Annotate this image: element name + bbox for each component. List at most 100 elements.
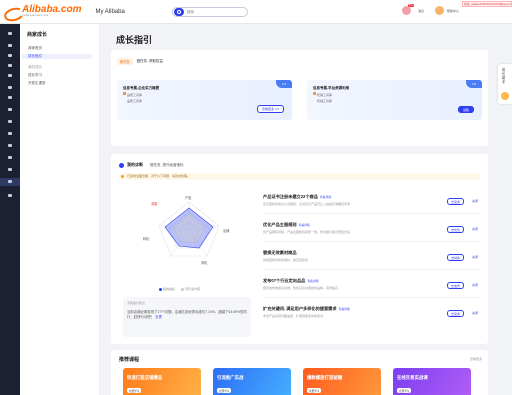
user-avatar[interactable] [435,6,445,15]
course-card[interactable]: 在线交易实战课 立即学习 [393,368,471,395]
course-chip[interactable]: 免费学习 [307,388,322,393]
sidebar-item-home[interactable]: 商家首页 [28,46,99,51]
search-input[interactable]: 搜索 [172,7,248,17]
suggestion-close-link[interactable]: 关闭 [472,311,478,315]
secondary-sidebar: 商家成长 商家首页 成长指引 我的成长 成长学习 开放生课堂 [20,24,100,395]
courses-more-link[interactable]: 查看更多 [470,357,482,361]
rail-message-icon[interactable] [8,64,12,67]
page-title: 成长指引 [116,35,153,45]
suggestion-title: 扩充关键词, 满足用户多样化的搜索需求 [263,306,337,311]
diagnosis-title[interactable]: 我的诊断 [127,162,143,168]
course-card[interactable]: 快速打造店铺爆品 免费学习 [123,368,201,395]
diagnosis-icon [119,162,124,168]
suggestion-close-link[interactable]: 关闭 [472,227,478,231]
task-line: 旺铺工具库 [317,99,333,103]
suggestion-title: 产品证书注册未建立22个商品 [263,194,318,199]
rail-order-icon[interactable] [8,54,12,57]
rail-customer-icon[interactable] [8,132,12,135]
message-count-badge: 99+ [407,4,414,7]
rail-growth-icon[interactable] [8,180,12,183]
rail-service-icon[interactable] [8,144,12,147]
message-icon[interactable]: 99+ [402,4,414,15]
task-box-1[interactable]: 信息专属-企业实力概要 品质工具库 品质工具库 1/4 查看更多 1/4 [117,80,292,120]
claim-button[interactable]: 领取 [457,106,474,113]
suggestion-action-button[interactable]: 去完成 [446,310,464,317]
suggestion-close-link[interactable]: 关闭 [472,255,478,259]
sidebar-item-classroom[interactable]: 开放生课堂 [28,81,99,86]
task-progress-badge: 1/4 [276,80,292,88]
help-center-link[interactable]: 帮助中心 [447,9,459,13]
note-text: 当前店铺近期发现了27个问题，店铺达到优秀标准仅7.24%，超越了63.69%的… [127,310,247,319]
rail-marketing-icon[interactable] [8,74,12,77]
note-action-link[interactable]: 去提 [155,315,162,319]
list-item: 产品证书注册未建立22个商品 查看详情 完善更新的信息认证规则，证书完善产品可让入… [263,192,480,214]
course-card[interactable]: 引流推广实战 立即学习 [213,368,291,395]
task-tab[interactable]: 做任务, 获取权益 [137,59,163,64]
course-chip[interactable]: 立即学习 [397,388,412,393]
radar-chart: 产品 流量 转化 店铺 商机 [119,184,259,284]
legend-industry-avg: 同行业均值 [181,287,200,291]
sidebar-item-my-growth[interactable]: 我的成长 [28,65,99,70]
rail-more-icon[interactable] [8,194,12,197]
sidebar-title: 商家成长 [27,32,48,38]
suggestion-close-link[interactable]: 关闭 [472,283,478,287]
growth-assistant-float[interactable]: 成长助手 [498,64,512,104]
main-content: 成长指引 新任务 做任务, 获取权益 信息专属-企业实力概要 品质工具库 品质工… [101,24,496,395]
alibaba-logo[interactable]: Alibaba.com Global trade starts here [4,5,81,18]
course-chip[interactable]: 立即学习 [217,388,232,393]
rail-tools-icon[interactable] [8,156,12,159]
search-icon[interactable] [174,8,184,16]
view-details-link[interactable]: 查看详情 [339,307,350,311]
view-details-link[interactable]: 查看详情 [299,223,310,227]
legend-my-metrics: 我的指标 [159,287,175,291]
diagnosis-subtitle[interactable]: 做任务, 提升经营指标 [150,163,183,168]
suggestion-action-button[interactable]: 去优化 [446,226,464,233]
radar-label-conversion: 转化 [143,237,150,241]
rail-home-icon[interactable] [8,32,12,35]
sidebar-item-learning[interactable]: 成长学习 [28,73,99,78]
view-more-button[interactable]: 查看更多 1/4 [256,105,284,113]
suggestion-desc: 优产品拥有视频、产品主图规则完整一致，优化图片展示更加合适 [263,230,351,234]
rail-logistics-icon[interactable] [8,120,12,123]
diagnosis-card: 我的诊断 做任务, 提升经营指标 已完成全面诊断，对于以下问题，请及时处理。 产… [111,154,488,344]
radar-label-store: 店铺 [223,229,230,233]
courses-title: 推荐课程 [119,357,140,363]
rail-product-icon[interactable] [8,44,12,47]
course-banner-title: 爆款螺旋打造秘籍 [307,375,343,380]
course-card[interactable]: 爆款螺旋打造秘籍 免费学习 [303,368,381,395]
sidebar-item-growth-guide[interactable]: 成长指引 [22,54,92,59]
radar-label-opportunity: 商机 [201,261,208,265]
task-line: 品质工具库 [127,99,143,103]
course-chip[interactable]: 免费学习 [127,388,142,393]
course-banner-title: 引流推广实战 [217,375,244,380]
rail-settings-icon[interactable] [8,168,12,171]
rail-finance-icon[interactable] [8,108,12,111]
suggestion-action-button[interactable]: 去替换 [446,254,464,261]
radar-legend: 我的指标 同行业均值 [159,287,200,291]
assistant-label: 成长助手 [502,68,506,84]
suggestion-desc: 替换更新有效的素材，提高完整性 [263,258,309,262]
task-box-2[interactable]: 信息专属-平台资源利用 旺铺工具库 旺铺工具库 1/8 领取 [307,80,482,120]
suggestion-action-button[interactable]: 去完成 [446,198,464,205]
view-details-link[interactable]: 查看详情 [307,279,318,283]
suggestion-note-box: 专属提升建议 当前店铺近期发现了27个问题，店铺达到优秀标准仅7.24%，超越了… [123,297,251,337]
rail-data-icon[interactable] [8,86,12,89]
my-alibaba-link[interactable]: My Alibaba [95,9,124,15]
note-label: 专属提升建议 [127,301,146,305]
view-details-link[interactable]: 查看详情 [320,195,331,199]
task-status-icon [313,92,316,95]
left-icon-rail [0,24,20,395]
radar-label-product: 产品 [185,196,192,200]
task-title: 信息专属-企业实力概要 [123,86,160,90]
rail-store-icon[interactable] [8,96,12,99]
logo-mark-icon [4,6,22,18]
suggestion-close-link[interactable]: 关闭 [472,199,478,203]
task-progress-badge: 1/8 [466,80,482,88]
notice-link[interactable]: 消息 [418,9,424,13]
radar-label-traffic: 流量 [151,202,158,206]
new-task-tag[interactable]: 新任务 [117,58,133,65]
suggestion-list: 产品证书注册未建立22个商品 查看详情 完善更新的信息认证规则，证书完善产品可让入… [263,192,480,332]
suggestion-action-button[interactable]: 去发布 [446,282,464,289]
assistant-avatar-icon [501,92,509,100]
search-placeholder: 搜索 [187,9,194,14]
